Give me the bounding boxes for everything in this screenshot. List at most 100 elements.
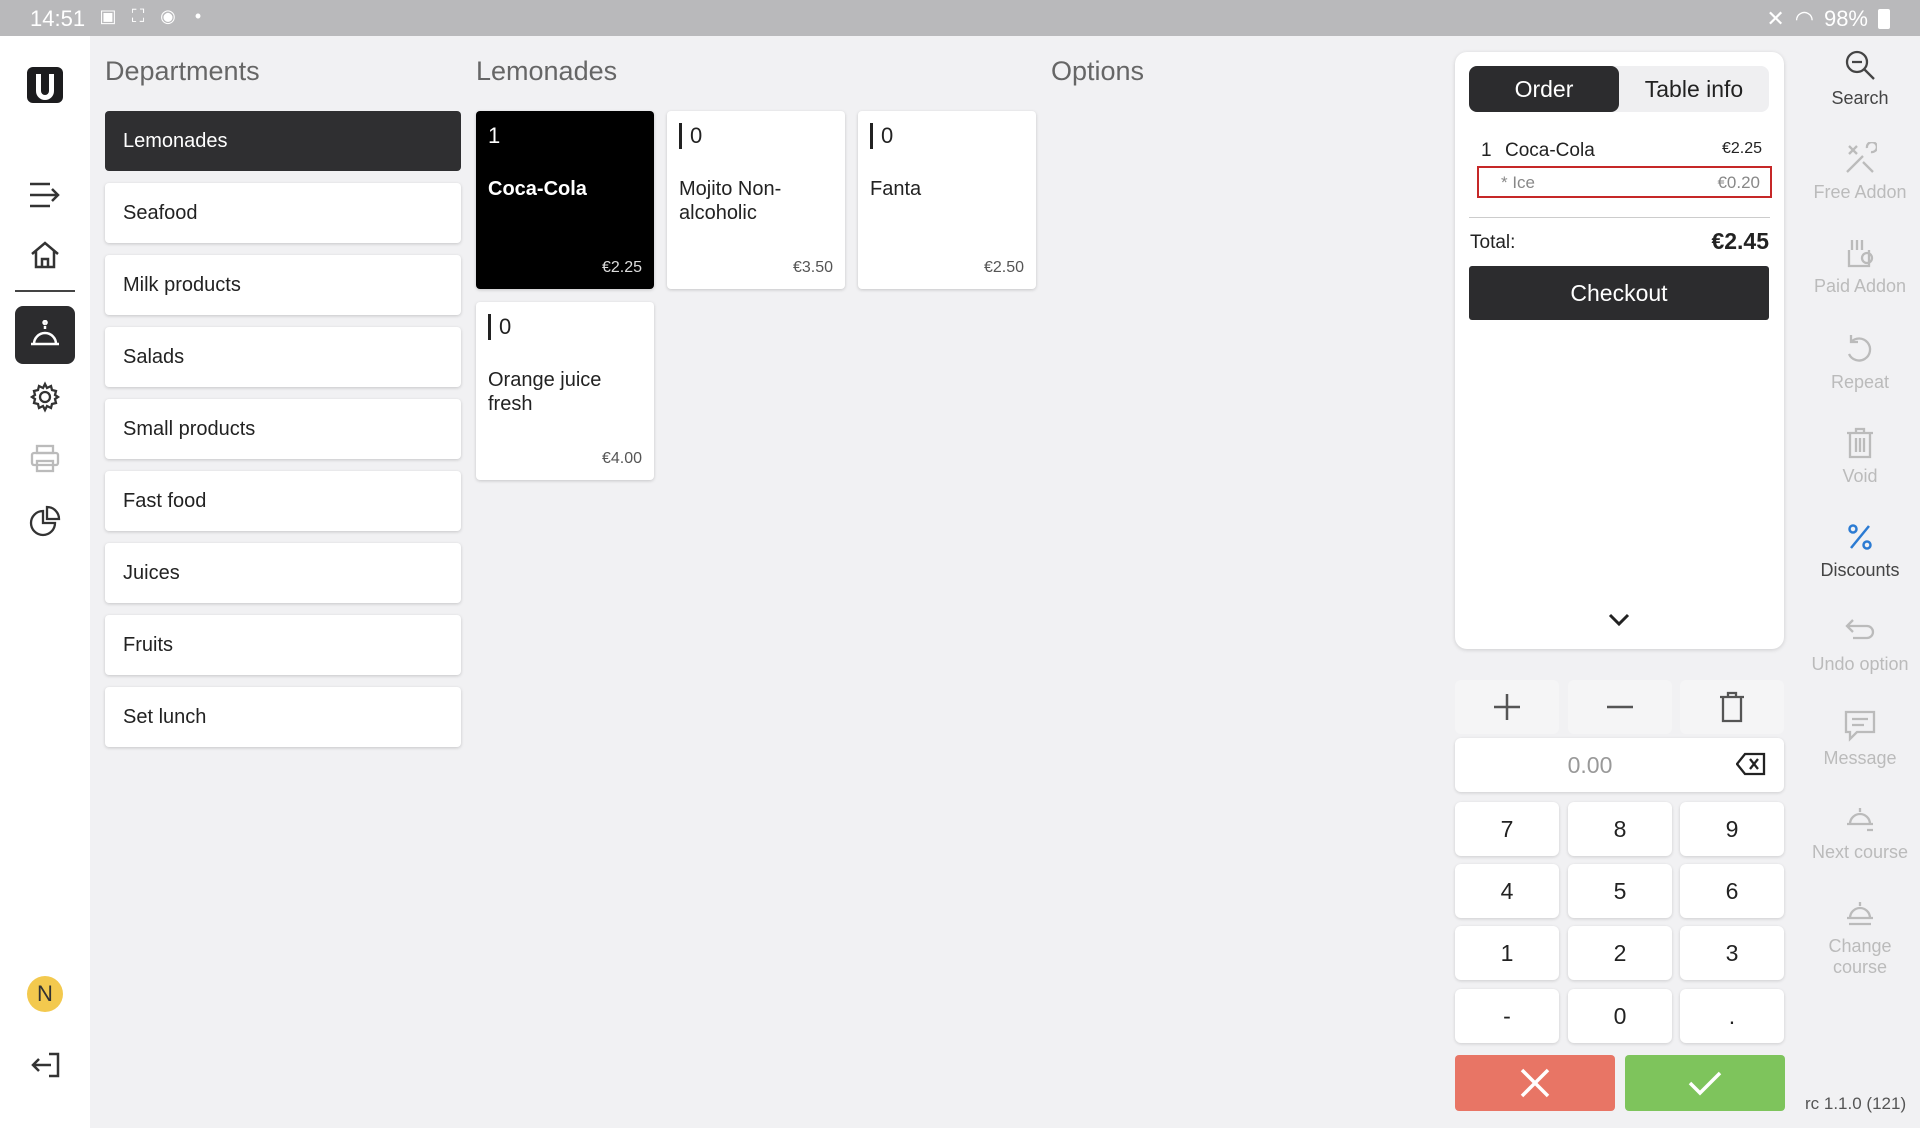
increase-quantity-button[interactable] — [1455, 680, 1559, 734]
department-item[interactable]: Salads — [105, 327, 461, 387]
product-name: Fanta — [870, 178, 922, 200]
tab-table-info[interactable]: Table info — [1619, 66, 1769, 112]
action-bar: Search Free Addon Paid Addon Repeat Void… — [1800, 36, 1920, 1128]
order-divider — [1469, 217, 1770, 218]
free-addon-icon — [1846, 142, 1877, 173]
user-avatar[interactable]: N — [27, 976, 63, 1012]
change-course-icon — [1847, 902, 1873, 926]
product-name: Mojito Non-alcoholic — [679, 178, 782, 224]
keypad-key[interactable]: 1 — [1455, 926, 1559, 980]
cancel-button[interactable] — [1455, 1055, 1615, 1111]
reports-button[interactable] — [15, 492, 75, 550]
message-icon — [1844, 710, 1876, 742]
pos-serving-button[interactable] — [15, 306, 75, 364]
status-bar: 14:51 ▣ ⛶ ◉ • ✕ ◠ 98% — [0, 0, 1920, 36]
home-button[interactable] — [15, 226, 75, 284]
dot-icon: • — [194, 6, 202, 26]
product-tile[interactable]: 0 Orange juice fresh €4.00 — [476, 302, 654, 480]
order-line-qty: 1 — [1481, 140, 1492, 161]
paid-addon-button[interactable]: Paid Addon — [1800, 236, 1920, 297]
department-item[interactable]: Fast food — [105, 471, 461, 531]
keypad-key[interactable]: 7 — [1455, 802, 1559, 856]
total-value: €2.45 — [1711, 228, 1769, 254]
department-item[interactable]: Juices — [105, 543, 461, 603]
product-quantity: 0 — [870, 123, 893, 149]
keypad-key[interactable]: 9 — [1680, 802, 1784, 856]
keypad-value: 0.00 — [1567, 752, 1613, 778]
product-quantity: 1 — [488, 123, 501, 148]
action-label: Discounts — [1820, 560, 1900, 580]
action-label: Message — [1823, 748, 1897, 768]
order-addon-line[interactable]: * Ice €0.20 — [1477, 166, 1772, 198]
search-button[interactable]: Search — [1800, 48, 1920, 109]
checkout-button[interactable]: Checkout — [1469, 266, 1769, 320]
change-course-button[interactable]: Change course — [1800, 896, 1920, 978]
settings-button[interactable] — [15, 368, 75, 426]
confirm-button[interactable] — [1625, 1055, 1785, 1111]
action-label: Repeat — [1830, 372, 1890, 392]
keypad-key[interactable]: 8 — [1568, 802, 1672, 856]
product-quantity: 0 — [488, 314, 511, 340]
product-name: Orange juice fresh — [488, 369, 602, 415]
action-label: Paid Addon — [1813, 276, 1907, 296]
department-item[interactable]: Lemonades — [105, 111, 461, 171]
order-tabs: Order Table info — [1469, 66, 1769, 112]
keypad-key[interactable]: 2 — [1568, 926, 1672, 980]
keypad-key[interactable]: 4 — [1455, 864, 1559, 918]
chevron-down-icon[interactable] — [1607, 612, 1631, 633]
options-title: Options — [1051, 56, 1145, 86]
department-item[interactable]: Set lunch — [105, 687, 461, 747]
delete-line-button[interactable] — [1680, 680, 1784, 734]
battery-level: 98% — [1823, 6, 1868, 31]
void-button[interactable]: Void — [1800, 426, 1920, 487]
printer-button[interactable] — [15, 430, 75, 488]
action-label: Free Addon — [1813, 182, 1907, 202]
collapse-menu-button[interactable] — [15, 166, 75, 224]
discounts-button[interactable]: Discounts — [1800, 520, 1920, 581]
left-navigation: N — [0, 36, 90, 1128]
backspace-icon[interactable] — [1735, 752, 1766, 781]
order-line-name: Coca-Cola — [1505, 140, 1595, 161]
product-tile[interactable]: 1 Coca-Cola €2.25 — [476, 111, 654, 289]
product-price: €3.50 — [792, 259, 833, 276]
keypad-key[interactable]: 6 — [1680, 864, 1784, 918]
next-course-button[interactable]: Next course — [1800, 802, 1920, 863]
mute-icon: ✕ — [1766, 6, 1785, 31]
battery-icon — [1878, 9, 1890, 29]
department-item[interactable]: Small products — [105, 399, 461, 459]
tab-order[interactable]: Order — [1469, 66, 1619, 112]
search-icon — [1845, 50, 1875, 80]
keypad-key[interactable]: 0 — [1568, 989, 1672, 1043]
action-label: Next course — [1811, 842, 1909, 862]
message-button[interactable]: Message — [1800, 708, 1920, 769]
keypad-key[interactable]: 3 — [1680, 926, 1784, 980]
status-time: 14:51 — [30, 6, 86, 31]
wifi-icon: ◠ — [1794, 6, 1814, 31]
department-item[interactable]: Fruits — [105, 615, 461, 675]
undo-icon — [1845, 619, 1875, 640]
free-addon-button[interactable]: Free Addon — [1800, 142, 1920, 203]
department-item[interactable]: Milk products — [105, 255, 461, 315]
product-tile[interactable]: 0 Mojito Non-alcoholic €3.50 — [667, 111, 845, 289]
product-quantity: 0 — [679, 123, 702, 149]
action-label: Search — [1831, 88, 1889, 108]
addon-name: * Ice — [1501, 173, 1536, 192]
product-price: €2.25 — [601, 259, 642, 276]
app-version: rc 1.1.0 (121) — [1805, 1094, 1907, 1113]
keypad-display[interactable]: 0.00 — [1455, 738, 1784, 792]
addon-price: €0.20 — [1717, 173, 1760, 192]
trash-icon — [1847, 427, 1873, 459]
keypad-key[interactable]: . — [1680, 989, 1784, 1043]
decrease-quantity-button[interactable] — [1568, 680, 1672, 734]
action-label: Undo option — [1811, 654, 1909, 674]
product-tile[interactable]: 0 Fanta €2.50 — [858, 111, 1036, 289]
keypad-key[interactable]: 5 — [1568, 864, 1672, 918]
repeat-button[interactable]: Repeat — [1800, 332, 1920, 393]
screenshot-icon: ⛶ — [131, 6, 145, 26]
action-label: Void — [1842, 466, 1878, 486]
undo-option-button[interactable]: Undo option — [1800, 614, 1920, 675]
logout-button[interactable] — [15, 1036, 75, 1094]
keypad-key[interactable]: - — [1455, 989, 1559, 1043]
paid-addon-icon — [1847, 240, 1874, 268]
department-item[interactable]: Seafood — [105, 183, 461, 243]
